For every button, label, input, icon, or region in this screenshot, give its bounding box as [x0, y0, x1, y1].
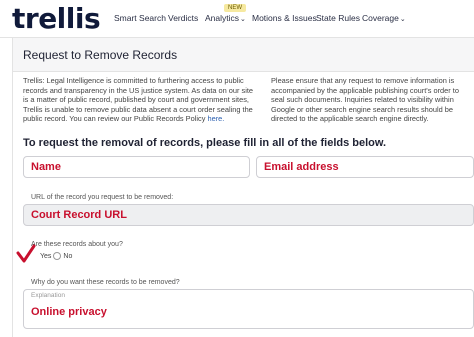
about-you-label: Are these records about you?	[31, 241, 123, 248]
nav-state-rules[interactable]: State Rules	[316, 13, 360, 23]
public-records-policy-link[interactable]: here.	[207, 114, 224, 123]
nav-label: Motions & Issues	[252, 13, 317, 23]
removal-request-panel: Request to Remove Records Trellis: Legal…	[12, 38, 474, 337]
top-navigation-bar: trellis NEW Smart Search Verdicts Analyt…	[0, 0, 474, 38]
nav-verdicts[interactable]: Verdicts	[168, 13, 198, 23]
email-field[interactable]: Email address	[256, 156, 474, 178]
intro-right: Please ensure that any request to remove…	[271, 76, 459, 124]
nav-label: Analytics	[205, 13, 240, 23]
radio-no[interactable]	[53, 252, 62, 260]
panel-header: Request to Remove Records	[13, 38, 474, 72]
explanation-value: Online privacy	[31, 306, 107, 318]
name-field[interactable]: Name	[23, 156, 250, 178]
form-instruction: To request the removal of records, pleas…	[23, 137, 387, 149]
intro-left: Trellis: Legal Intelligence is committed…	[23, 76, 259, 124]
nav-label: Smart Search	[114, 13, 166, 23]
nav-motions-issues[interactable]: Motions & Issues	[252, 13, 317, 23]
chevron-down-icon: ⌄	[399, 16, 406, 23]
name-value: Name	[31, 161, 61, 173]
record-url-field[interactable]: Court Record URL	[23, 204, 474, 226]
explanation-placeholder: Explanation	[31, 292, 65, 299]
no-label[interactable]: No	[63, 253, 72, 260]
nav-label: State Rules	[316, 13, 360, 23]
yes-label[interactable]: Yes	[40, 253, 51, 260]
nav-coverage[interactable]: Coverage⌄	[362, 13, 406, 23]
nav-label: Coverage	[362, 13, 399, 23]
about-you-radio-group: Yes No	[22, 252, 72, 260]
record-url-value: Court Record URL	[31, 209, 127, 221]
why-label: Why do you want these records to be remo…	[31, 279, 180, 286]
email-value: Email address	[264, 161, 339, 173]
nav-analytics[interactable]: Analytics⌄	[205, 13, 246, 23]
nav-label: Verdicts	[168, 13, 199, 23]
new-badge: NEW	[224, 4, 246, 12]
panel-title: Request to Remove Records	[23, 48, 178, 62]
chevron-down-icon: ⌄	[240, 16, 246, 23]
url-label: URL of the record you request to be remo…	[31, 194, 174, 201]
explanation-field[interactable]: Explanation Online privacy	[23, 289, 474, 329]
trellis-logo[interactable]: trellis	[12, 2, 101, 35]
nav-smart-search[interactable]: Smart Search	[114, 13, 166, 23]
